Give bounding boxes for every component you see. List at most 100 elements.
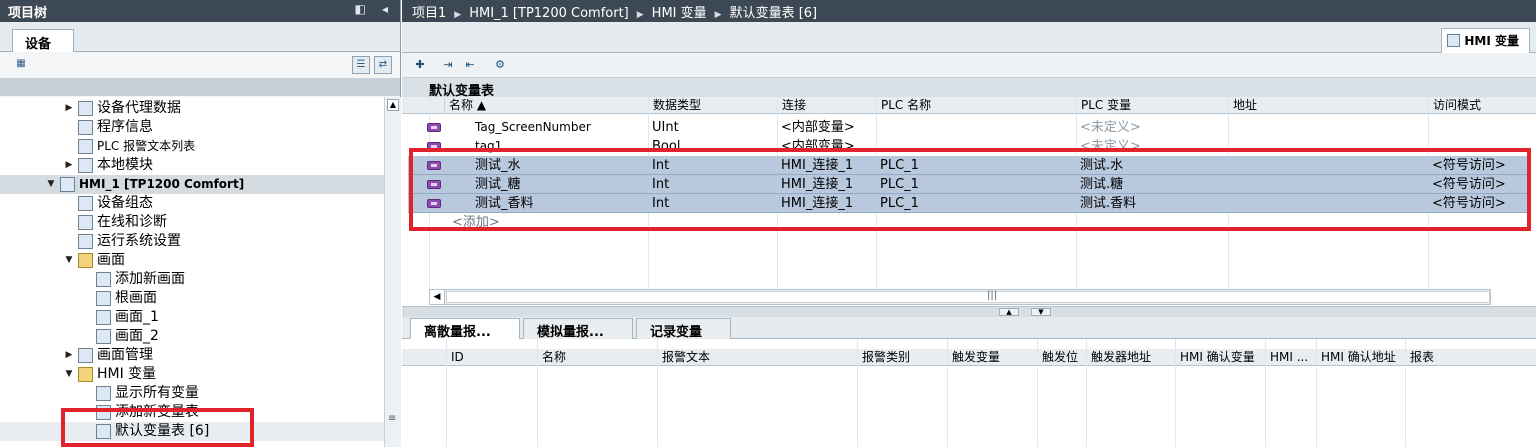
tab-alarm-0[interactable]: 离散量报...: [410, 318, 520, 340]
runtime-settings-icon: [78, 234, 93, 249]
tree-item-label: 程序信息: [97, 119, 153, 135]
column-divider: [1405, 339, 1406, 447]
project-tree-tabbar: 设备: [0, 22, 400, 52]
network-view-icon[interactable]: ▦: [12, 56, 30, 74]
hscroll-thumb[interactable]: |||: [446, 290, 1490, 303]
tree-item[interactable]: ▶ 画面管理: [0, 346, 384, 365]
alarm-tabs: 离散量报... 模拟量报... 记录变量: [402, 317, 1536, 340]
details-view-icon[interactable]: ⇄: [374, 56, 392, 74]
cell-conn[interactable]: <内部变量>: [781, 118, 855, 137]
tree-item[interactable]: 添加新画面: [0, 270, 384, 289]
alarm-column-header[interactable]: 报表: [1405, 349, 1536, 366]
alarm-text-list-icon: [78, 139, 93, 154]
column-header[interactable]: 连接: [777, 97, 876, 114]
column-header[interactable]: 名称 ▲: [444, 97, 663, 114]
collapse-arrow-icon[interactable]: ▼: [46, 175, 56, 194]
cell-name[interactable]: Tag_ScreenNumber: [475, 118, 591, 137]
tag-table-hscrollbar[interactable]: ◀ |||: [429, 289, 1491, 305]
column-divider: [1037, 339, 1038, 447]
panel-splitter[interactable]: ▲ ▼: [402, 306, 1536, 317]
tree-item[interactable]: 运行系统设置: [0, 232, 384, 251]
tree-item[interactable]: 程序信息: [0, 118, 384, 137]
splitter-up-icon[interactable]: ▲: [999, 308, 1019, 316]
breadcrumb-item[interactable]: HMI 变量: [652, 6, 707, 21]
expand-arrow-icon[interactable]: ▶: [64, 156, 74, 175]
scroll-left-icon[interactable]: ◀: [430, 290, 445, 304]
local-modules-icon: [78, 158, 93, 173]
column-divider: [947, 339, 948, 447]
tree-item-label: HMI_1 [TP1200 Comfort]: [79, 177, 245, 191]
column-header[interactable]: 访问模式: [1428, 97, 1526, 114]
table-title: 默认变量表: [402, 77, 1536, 99]
alarm-column-header[interactable]: HMI ...: [1265, 349, 1316, 366]
panel-controls[interactable]: ◧ ◂: [354, 2, 394, 16]
breadcrumb: 项目1 ▶ HMI_1 [TP1200 Comfort] ▶ HMI 变量 ▶ 默认变量表 …: [402, 0, 1536, 22]
tree-item[interactable]: 根画面: [0, 289, 384, 308]
add-tag-icon[interactable]: ✚: [412, 57, 428, 73]
tag-settings-icon[interactable]: ⚙: [492, 57, 508, 73]
alarm-column-header[interactable]: ID: [446, 349, 537, 366]
column-header[interactable]: 数据类型: [648, 97, 777, 114]
alarm-column-header[interactable]: 名称: [537, 349, 657, 366]
tree-item[interactable]: ▼ 画面: [0, 251, 384, 270]
tree-item[interactable]: 在线和诊断: [0, 213, 384, 232]
column-divider: [1265, 339, 1266, 447]
tree-item[interactable]: 显示所有变量: [0, 384, 384, 403]
cell-plcvar[interactable]: <未定义>: [1080, 118, 1141, 137]
tree-item[interactable]: ▼ HMI_1 [TP1200 Comfort]: [0, 175, 384, 194]
alarm-column-header[interactable]: HMI 确认地址: [1316, 349, 1405, 366]
expand-arrow-icon[interactable]: ▶: [64, 99, 74, 118]
expand-arrow-icon[interactable]: ▶: [64, 346, 74, 365]
breadcrumb-separator-icon: ▶: [636, 10, 644, 20]
column-divider: [1086, 339, 1087, 447]
scroll-grip-icon[interactable]: ≡: [388, 413, 396, 424]
alarm-column-header[interactable]: 报警文本: [657, 349, 857, 366]
tree-scrollbar[interactable]: ▲ ≡: [384, 97, 401, 447]
alarm-column-header[interactable]: 报警类别: [857, 349, 947, 366]
tree-item[interactable]: ▼ HMI 变量: [0, 365, 384, 384]
tab-hmi-tags[interactable]: HMI 变量: [1441, 28, 1530, 53]
list-view-icon[interactable]: ☰: [352, 56, 370, 74]
annotation-box-tree: [61, 408, 254, 447]
screen-icon: [96, 310, 111, 325]
tree-item[interactable]: 画面_2: [0, 327, 384, 346]
tree-item[interactable]: 画面_1: [0, 308, 384, 327]
tab-hmi-tags-label: HMI 变量: [1464, 34, 1519, 48]
import-icon[interactable]: ⇤: [462, 57, 478, 73]
export-icon[interactable]: ⇥: [440, 57, 456, 73]
tree-item-label: 画面管理: [97, 347, 153, 363]
project-tree: ▶ 设备代理数据 程序信息 PLC 报警文本列表 ▶ 本地模块 ▼ HMI_1 [TP1200…: [0, 97, 384, 447]
tree-item[interactable]: 设备组态: [0, 194, 384, 213]
collapse-arrow-icon[interactable]: ▼: [64, 365, 74, 384]
hmi-tag-icon: [427, 123, 441, 132]
tree-item-label: 本地模块: [97, 157, 153, 173]
column-header[interactable]: 地址: [1228, 97, 1428, 114]
project-tree-title: 项目树: [8, 6, 48, 21]
breadcrumb-item[interactable]: 项目1: [412, 6, 446, 21]
tree-item[interactable]: ▶ 本地模块: [0, 156, 384, 175]
device-config-icon: [78, 196, 93, 211]
tab-devices[interactable]: 设备: [12, 29, 74, 52]
alarm-column-header[interactable]: 触发位: [1037, 349, 1086, 366]
tree-item[interactable]: ▶ 设备代理数据: [0, 99, 384, 118]
breadcrumb-separator-icon: ▶: [454, 10, 462, 20]
collapse-arrow-icon[interactable]: ▼: [64, 251, 74, 270]
tree-item[interactable]: PLC 报警文本列表: [0, 137, 384, 156]
table-row[interactable]: Tag_ScreenNumber UInt <内部变量> <未定义>: [402, 118, 1536, 137]
breadcrumb-item[interactable]: HMI_1 [TP1200 Comfort]: [469, 6, 629, 21]
scroll-up-icon[interactable]: ▲: [387, 99, 399, 111]
alarm-column-header[interactable]: 触发器地址: [1086, 349, 1175, 366]
tab-alarm-2[interactable]: 记录变量: [636, 318, 731, 340]
splitter-down-icon[interactable]: ▼: [1031, 308, 1051, 316]
tab-alarm-1[interactable]: 模拟量报...: [523, 318, 633, 340]
screen-icon: [96, 329, 111, 344]
cell-type[interactable]: UInt: [652, 118, 679, 137]
project-tree-titlebar: 项目树 ◧ ◂: [0, 0, 400, 22]
column-header[interactable]: PLC 名称: [876, 97, 1076, 114]
alarm-column-header[interactable]: 触发变量: [947, 349, 1037, 366]
breadcrumb-item[interactable]: 默认变量表 [6]: [730, 6, 818, 21]
project-tree-toolbar: ▦ ☰ ⇄: [0, 52, 400, 78]
column-header[interactable]: PLC 变量: [1076, 97, 1228, 114]
alarm-column-header[interactable]: HMI 确认变量: [1175, 349, 1265, 366]
proxy-data-icon: [78, 101, 93, 116]
